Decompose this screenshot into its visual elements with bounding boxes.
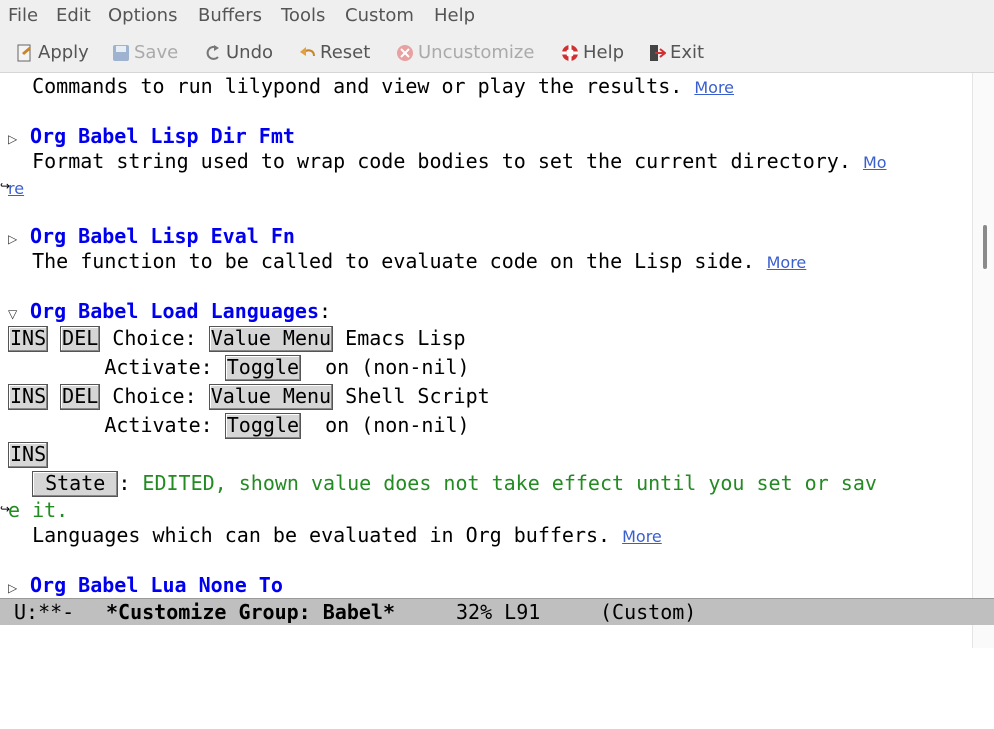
- exit-label: Exit: [670, 42, 705, 63]
- evalfn-header: ▷ Org Babel Lisp Eval Fn: [8, 223, 295, 249]
- state-button[interactable]: State: [32, 471, 119, 497]
- toggle-button[interactable]: Toggle: [224, 413, 301, 439]
- save-icon: [112, 44, 130, 62]
- minibuffer[interactable]: [0, 625, 994, 648]
- state-row-cont: e it.: [8, 497, 68, 523]
- ins-row: INS: [8, 441, 49, 468]
- dirfmt-more-link[interactable]: Mo: [863, 153, 887, 172]
- lua-header: ▷ Org Babel Lua None To: [8, 572, 283, 598]
- evalfn-title[interactable]: Org Babel Lisp Eval Fn: [30, 224, 295, 248]
- lua-title[interactable]: Org Babel Lua None To: [30, 573, 283, 597]
- menu-help[interactable]: Help: [434, 5, 475, 26]
- dirfmt-header: ▷ Org Babel Lisp Dir Fmt: [8, 123, 295, 149]
- expanded-triangle-icon[interactable]: ▽: [8, 301, 30, 327]
- menu-tools[interactable]: Tools: [281, 5, 325, 26]
- modeline-buffer-name[interactable]: *Customize Group: Babel*: [106, 599, 395, 625]
- value-menu-button[interactable]: Value Menu: [208, 326, 334, 352]
- customize-buffer: Commands to run lilypond and view or pla…: [0, 73, 970, 598]
- menu-file[interactable]: File: [8, 5, 38, 26]
- save-button[interactable]: Save: [112, 42, 178, 63]
- state-colon: :: [118, 471, 131, 495]
- tool-bar: Apply Save Undo Reset Uncustomize Help E…: [0, 34, 994, 73]
- lilypond-doc: Commands to run lilypond and view or pla…: [32, 74, 683, 98]
- menu-edit[interactable]: Edit: [56, 5, 91, 26]
- toggle-button[interactable]: Toggle: [224, 355, 301, 381]
- load-doc-line: Languages which can be evaluated in Org …: [8, 522, 662, 548]
- lifebuoy-icon: [561, 44, 579, 62]
- choice-row-1: INS DEL Choice: Value Menu Emacs Lisp: [8, 325, 466, 352]
- activate-label: Activate:: [104, 413, 213, 437]
- choice-row-2: INS DEL Choice: Value Menu Shell Script: [8, 383, 490, 410]
- menu-bar: File Edit Options Buffers Tools Custom H…: [0, 0, 994, 34]
- dirfmt-more-link-cont[interactable]: re: [8, 179, 24, 198]
- toggle-state: on (non-nil): [325, 413, 470, 437]
- collapsed-triangle-icon[interactable]: ▷: [8, 575, 30, 598]
- minibuffer-scrollbar: [972, 625, 994, 648]
- del-button[interactable]: DEL: [60, 326, 101, 352]
- ins-button[interactable]: INS: [8, 326, 49, 352]
- reset-icon: [298, 44, 316, 62]
- modeline-mode[interactable]: (Custom): [600, 599, 696, 625]
- lilypond-more-link[interactable]: More: [694, 78, 734, 97]
- activate-row-1: Activate: Toggle on (non-nil): [8, 354, 470, 381]
- help-label: Help: [583, 42, 625, 63]
- choice-label: Choice:: [112, 326, 197, 350]
- uncustomize-button[interactable]: Uncustomize: [396, 42, 534, 63]
- load-doc: Languages which can be evaluated in Org …: [32, 523, 611, 547]
- undo-label: Undo: [226, 42, 274, 63]
- ins-button[interactable]: INS: [8, 384, 49, 410]
- save-label: Save: [134, 42, 179, 63]
- ins-button[interactable]: INS: [8, 442, 49, 468]
- del-button[interactable]: DEL: [60, 384, 101, 410]
- exit-icon: [648, 44, 667, 62]
- reset-button[interactable]: Reset: [298, 42, 370, 63]
- apply-icon: [16, 44, 34, 62]
- evalfn-doc-line: The function to be called to evaluate co…: [8, 248, 806, 274]
- language-value: Shell Script: [345, 384, 490, 408]
- state-message-cont: e it.: [8, 498, 69, 522]
- menu-buffers[interactable]: Buffers: [198, 5, 262, 26]
- lilypond-doc-line: Commands to run lilypond and view or pla…: [8, 73, 734, 99]
- state-message: EDITED, shown value does not take effect…: [142, 471, 877, 495]
- load-colon: :: [318, 299, 332, 323]
- undo-icon: [204, 44, 222, 62]
- dirfmt-doc-line: Format string used to wrap code bodies t…: [8, 148, 887, 174]
- activate-label: Activate:: [104, 355, 213, 379]
- state-row: State: EDITED, shown value does not take…: [8, 470, 877, 497]
- load-title[interactable]: Org Babel Load Languages: [30, 299, 319, 323]
- dirfmt-doc: Format string used to wrap code bodies t…: [32, 149, 851, 173]
- apply-button[interactable]: Apply: [16, 42, 89, 63]
- modeline-status: U:**-: [14, 600, 75, 624]
- menu-options[interactable]: Options: [108, 5, 177, 26]
- language-value: Emacs Lisp: [345, 326, 466, 350]
- reset-label: Reset: [320, 42, 371, 63]
- undo-button[interactable]: Undo: [204, 42, 273, 63]
- mode-line: U:**- *Customize Group: Babel* 32% L91 (…: [0, 598, 994, 625]
- dirfmt-title[interactable]: Org Babel Lisp Dir Fmt: [30, 124, 295, 148]
- apply-label: Apply: [38, 42, 89, 63]
- choice-label: Choice:: [112, 384, 197, 408]
- vertical-scrollbar[interactable]: [972, 73, 994, 598]
- help-button[interactable]: Help: [561, 42, 624, 63]
- activate-row-2: Activate: Toggle on (non-nil): [8, 412, 470, 439]
- value-menu-button[interactable]: Value Menu: [208, 384, 334, 410]
- scrollbar-thumb[interactable]: [983, 225, 987, 269]
- uncustomize-label: Uncustomize: [418, 42, 535, 63]
- exit-button[interactable]: Exit: [648, 42, 704, 63]
- dirfmt-more-cont: re: [8, 174, 24, 200]
- evalfn-more-link[interactable]: More: [767, 253, 807, 272]
- evalfn-doc: The function to be called to evaluate co…: [32, 249, 755, 273]
- load-more-link[interactable]: More: [622, 527, 662, 546]
- toggle-state: on (non-nil): [325, 355, 470, 379]
- uncustomize-icon: [396, 44, 414, 62]
- modeline-position: 32% L91: [456, 600, 541, 624]
- menu-custom[interactable]: Custom: [345, 5, 414, 26]
- load-header: ▽ Org Babel Load Languages:: [8, 298, 331, 324]
